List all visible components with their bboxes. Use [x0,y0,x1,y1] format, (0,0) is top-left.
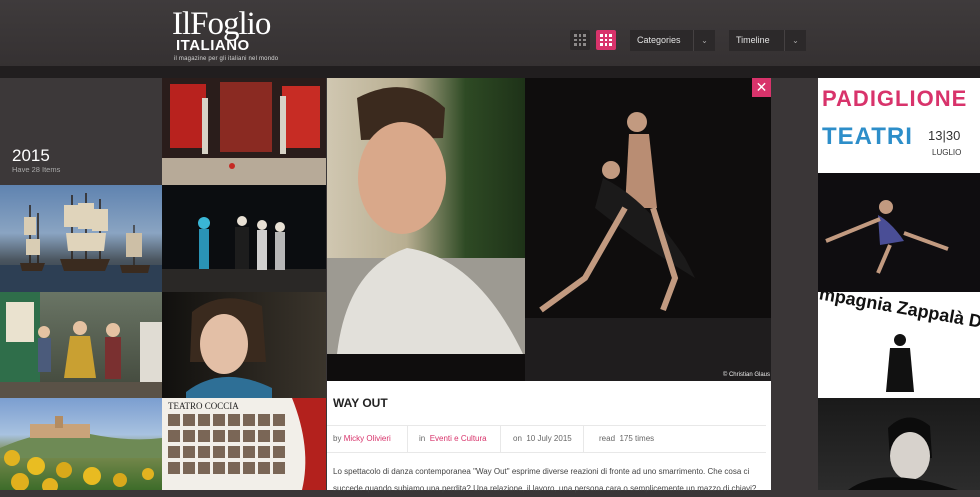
chevron-down-icon: ⌄ [784,30,806,51]
padiglione-title: PADIGLIONE [822,86,968,111]
padiglione-teatri-text: TEATRI [822,123,913,150]
padiglione-dates: 13|30 [928,128,961,143]
tile-stage-red[interactable] [162,78,326,185]
tile-padiglione-teatri[interactable]: PADIGLIONE TEATRI 13|30 LUGLIO [818,78,980,173]
timeline-dropdown[interactable]: Timeline ⌄ [729,30,806,51]
silhouette-illustration [886,334,914,392]
tile-compagnia-zappala[interactable]: mpagnia Zappalà Da [818,292,980,398]
article-meta: by Micky Olivieri in Eventi e Cultura on… [327,425,766,453]
chevron-down-icon: ⌄ [693,30,715,51]
article-body-line: Lo spettacolo di danza contemporanea "Wa… [333,467,750,476]
categories-label: Categories [637,35,681,45]
meta-author: by Micky Olivieri [333,434,391,443]
article-title: WAY OUT [333,396,388,410]
meta-category: in Eventi e Cultura [419,434,487,443]
logo-tagline: il magazine per gli italiani nel mondo [174,56,279,62]
grid-icon [600,34,612,46]
author-link[interactable]: Micky Olivieri [344,434,391,443]
tile-dancer-blue[interactable] [818,173,980,292]
article-body-line: succede quando subiamo una perdita? Una … [333,484,757,493]
categories-dropdown[interactable]: Categories ⌄ [630,30,715,51]
dancers-pair-illustration [525,112,771,381]
logo-subtitle: ITALIANO [176,37,250,54]
dancer-illustration [825,200,949,274]
header-divider [0,66,980,78]
view-small-grid-button[interactable] [570,30,590,50]
view-grid-button[interactable] [596,30,616,50]
man-portrait-illustration [327,87,525,354]
featured-caption-strip [327,354,525,381]
padiglione-month: LUGLIO [932,148,962,157]
article-detail-panel: WAY OUT by Micky Olivieri in Eventi e Cu… [327,381,771,493]
dancers-illustration [162,216,326,292]
singer-illustration [848,417,958,490]
tile-teatro-coccia-poster[interactable]: TEATRO COCCIA [162,398,326,490]
stage-illustration [162,82,326,185]
tile-hill-town-sunflowers[interactable] [0,398,162,490]
featured-photo-dancers[interactable] [525,78,771,381]
ships-illustration [0,193,162,292]
site-header: IlFoglio ITALIANO il magazine per gli it… [0,0,980,66]
meta-reads: read 175 times [599,434,655,443]
tile-dancers-blue[interactable] [162,185,326,292]
poster-grid-illustration [168,398,326,490]
year-heading: 2015 [12,146,50,165]
site-logo[interactable]: IlFoglio ITALIANO il magazine per gli it… [172,6,317,64]
category-link[interactable]: Eventi e Cultura [430,434,487,443]
timeline-label: Timeline [736,35,770,45]
hill-town-illustration [0,416,162,490]
tile-portrait-woman[interactable] [162,292,326,398]
tile-singer-bw[interactable] [818,398,980,490]
meta-date: on 10 July 2015 [513,434,572,443]
small-grid-icon [574,34,586,46]
close-button[interactable]: ✕ [752,78,771,97]
tile-street-theatre[interactable] [0,292,162,398]
tile-ships-painting[interactable] [0,185,162,292]
featured-photo-man[interactable] [327,78,525,354]
street-theatre-illustration [0,292,162,398]
year-item-count: Have 28 Items [12,165,61,174]
article-body: Lo spettacolo di danza contemporanea "Wa… [333,463,765,497]
portrait-illustration [186,298,272,398]
